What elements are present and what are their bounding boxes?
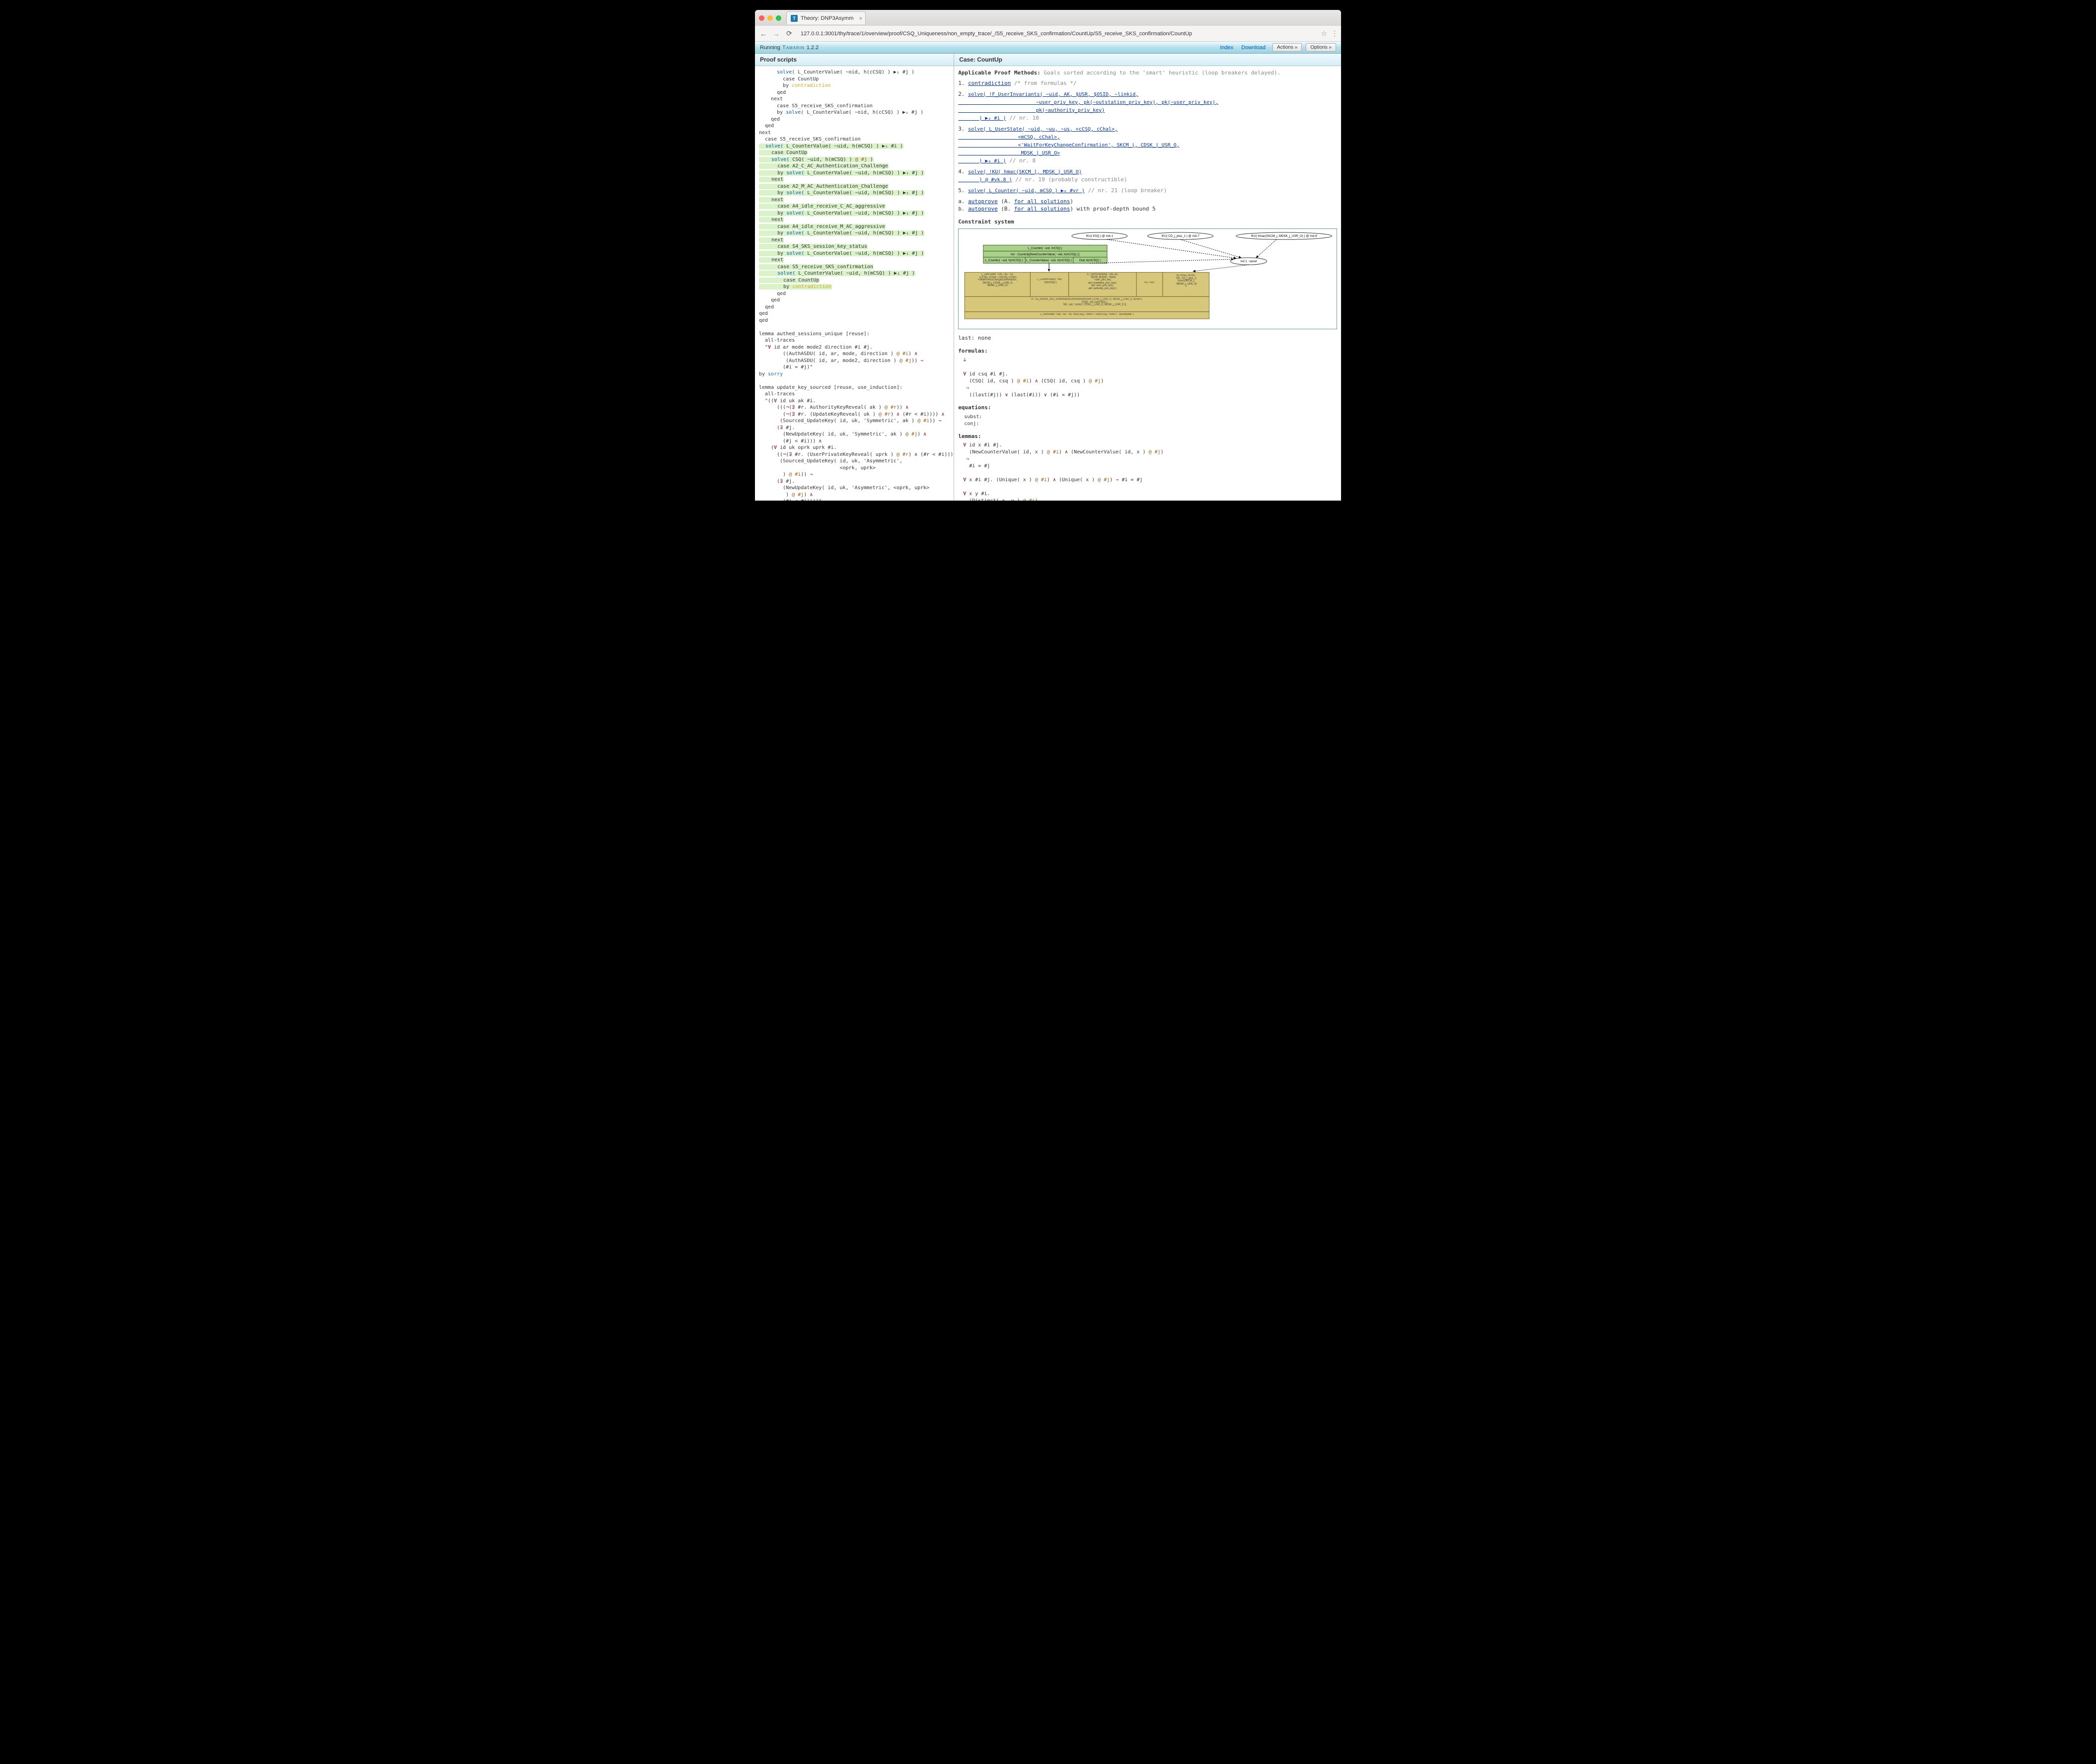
lemmas-body: ∀ id x #i #j. (NewCounterValue( id, x ) … <box>958 442 1337 501</box>
formulas-false: ⊥ <box>958 357 1337 364</box>
method-4: 4. solve( !KU( hmac(SKCM_j, MDSK_j_USR_O… <box>958 168 1337 184</box>
tab-favicon: T <box>791 15 798 22</box>
minimize-window-icon[interactable] <box>767 15 773 21</box>
browser-tab[interactable]: T Theory: DNP3Asymm × <box>786 11 866 24</box>
app-brand: Tamarin <box>782 45 805 51</box>
method-1-note: /* from formulas */ <box>1011 80 1076 86</box>
autoprove-b-all-link[interactable]: for all solutions <box>1014 206 1070 212</box>
method-5-link[interactable]: solve( L_Counter( ~uid, mCSQ ) ▶₀ #vr ) <box>968 188 1085 194</box>
svg-text:#vr : CountUp[NewCounterValue(: #vr : CountUp[NewCounterValue( ~uid, h(m… <box>1011 253 1080 256</box>
autoprove-b: b. autoprove (B. for all solutions) with… <box>958 205 1337 213</box>
window-controls <box>759 15 781 21</box>
case-pane: Case: CountUp Applicable Proof Methods: … <box>954 54 1341 501</box>
apm-note: Goals sorted according to the 'smart' he… <box>1044 70 1280 76</box>
main-split: Proof scripts solve( L_CounterValue( ~oi… <box>755 54 1341 501</box>
method-2: 2. solve( !F_UserInvariants( ~uid, AK, $… <box>958 90 1337 122</box>
url-field[interactable]: 127.0.0.1:3001/thy/trace/1/overview/proo… <box>798 29 1317 39</box>
method-3-nr: // nr. 8 <box>1006 157 1036 164</box>
app-version: 1.2.2 <box>807 45 819 51</box>
formulas-body: ∀ id csq #i #j. (CSQ( id, csq ) @ #i) ∧ … <box>958 371 1337 399</box>
lemmas-header: lemmas: <box>958 433 1337 440</box>
bookmark-icon[interactable]: ☆ <box>1321 29 1327 38</box>
address-bar: ← → ⟳ 127.0.0.1:3001/thy/trace/1/overvie… <box>755 26 1341 42</box>
constraint-system-diagram[interactable]: !KU( KSQ ) @ #vk.1 !KU( CD_j_plus_1 ) @ … <box>958 228 1337 329</box>
svg-text:L_CounterValue( ~uid, h(mCSQ): L_CounterValue( ~uid, h(mCSQ) ) <box>1026 259 1072 262</box>
formulas-header: formulas: <box>958 347 1337 355</box>
method-2-link[interactable]: solve( !F_UserInvariants( ~uid, AK, $USR… <box>958 92 1218 121</box>
equations-body: subst: conj: <box>958 414 1337 428</box>
lemma-update-key-sourced[interactable]: lemma update_key_sourced [reuse, use_ind… <box>759 384 950 501</box>
proof-scripts-body: solve( L_CounterValue( ~oid, h(cCSQ) ) ▶… <box>755 66 954 501</box>
svg-text:!KU( hmac(SKCM_j, MDSK_j_USR_O: !KU( hmac(SKCM_j, MDSK_j_USR_O) ) @ #vk.… <box>1251 234 1318 238</box>
running-label: Running <box>760 45 780 51</box>
method-3: 3. solve( L_UserState( ~uid, ~uu, ~us, <… <box>958 125 1337 165</box>
case-body: Applicable Proof Methods: Goals sorted a… <box>954 66 1341 501</box>
maximize-window-icon[interactable] <box>776 15 781 21</box>
svg-text:Out( h(mCSQ) ): Out( h(mCSQ) ) <box>1079 259 1101 262</box>
tab-title: Theory: DNP3Asymm <box>801 15 853 21</box>
download-link[interactable]: Download <box>1241 45 1266 51</box>
method-2-nr: // nr. 10 <box>1006 115 1039 121</box>
tab-strip: T Theory: DNP3Asymm × <box>755 10 1341 26</box>
svg-text:L_Counter( ~uid, mCSQ ): L_Counter( ~uid, mCSQ ) <box>1028 247 1062 250</box>
autoprove-b-link[interactable]: autoprove <box>968 206 998 212</box>
autoprove-a: a. autoprove (A. for all solutions) <box>958 198 1337 205</box>
method-1: 1. contradiction /* from formulas */ <box>958 79 1337 87</box>
applicable-methods-header: Applicable Proof Methods: Goals sorted a… <box>958 69 1337 76</box>
lemma-authed[interactable]: lemma authed_sessions_unique [reuse]: al… <box>759 331 950 378</box>
method-5-nr: // nr. 21 (loop breaker) <box>1085 187 1167 194</box>
svg-text:#vf.1 : isend: #vf.1 : isend <box>1241 260 1257 263</box>
method-contradiction-link[interactable]: contradiction <box>968 80 1011 86</box>
reload-icon[interactable]: ⟳ <box>785 29 794 38</box>
svg-text:!KU( CD_j_plus_1 ) @ #vk.7: !KU( CD_j_plus_1 ) @ #vk.7 <box>1161 234 1199 238</box>
actions-button[interactable]: Actions » <box>1273 43 1302 52</box>
close-window-icon[interactable] <box>759 15 764 21</box>
tab-close-icon[interactable]: × <box>859 15 862 22</box>
svg-text:L_Counter( ~uid, h(mCSQ) ): L_Counter( ~uid, h(mCSQ) ) <box>985 259 1023 262</box>
constraint-system-label: Constraint system <box>958 218 1337 225</box>
apm-label: Applicable Proof Methods: <box>958 70 1041 76</box>
app-header: Running Tamarin 1.2.2 Index Download Act… <box>755 42 1341 54</box>
browser-menu-icon[interactable]: ⋮ <box>1331 29 1337 38</box>
method-5: 5. solve( L_Counter( ~uid, mCSQ ) ▶₀ #vr… <box>958 187 1337 195</box>
back-icon[interactable]: ← <box>759 30 768 38</box>
autoprove-a-all-link[interactable]: for all solutions <box>1014 198 1070 205</box>
proof-scripts-pane: Proof scripts solve( L_CounterValue( ~oi… <box>755 54 954 501</box>
options-button[interactable]: Options » <box>1306 43 1336 52</box>
svg-text:!KU( KSQ ) @ #vk.1: !KU( KSQ ) @ #vk.1 <box>1086 234 1114 238</box>
case-title: Case: CountUp <box>954 54 1341 66</box>
proof-scripts-title: Proof scripts <box>755 54 954 66</box>
method-4-nr: // nr. 19 (probably constructible) <box>1012 176 1127 183</box>
equations-header: equations: <box>958 404 1337 411</box>
autoprove-a-link[interactable]: autoprove <box>968 198 998 205</box>
last-line: last: none <box>958 334 1337 342</box>
method-3-link[interactable]: solve( L_UserState( ~uid, ~uu, ~us, <cCS… <box>958 127 1180 164</box>
browser-window: T Theory: DNP3Asymm × ← → ⟳ 127.0.0.1:30… <box>755 10 1341 501</box>
forward-icon[interactable]: → <box>772 30 781 38</box>
index-link[interactable]: Index <box>1220 45 1233 51</box>
proof-tree[interactable]: solve( L_CounterValue( ~oid, h(cCSQ) ) ▶… <box>759 69 950 324</box>
